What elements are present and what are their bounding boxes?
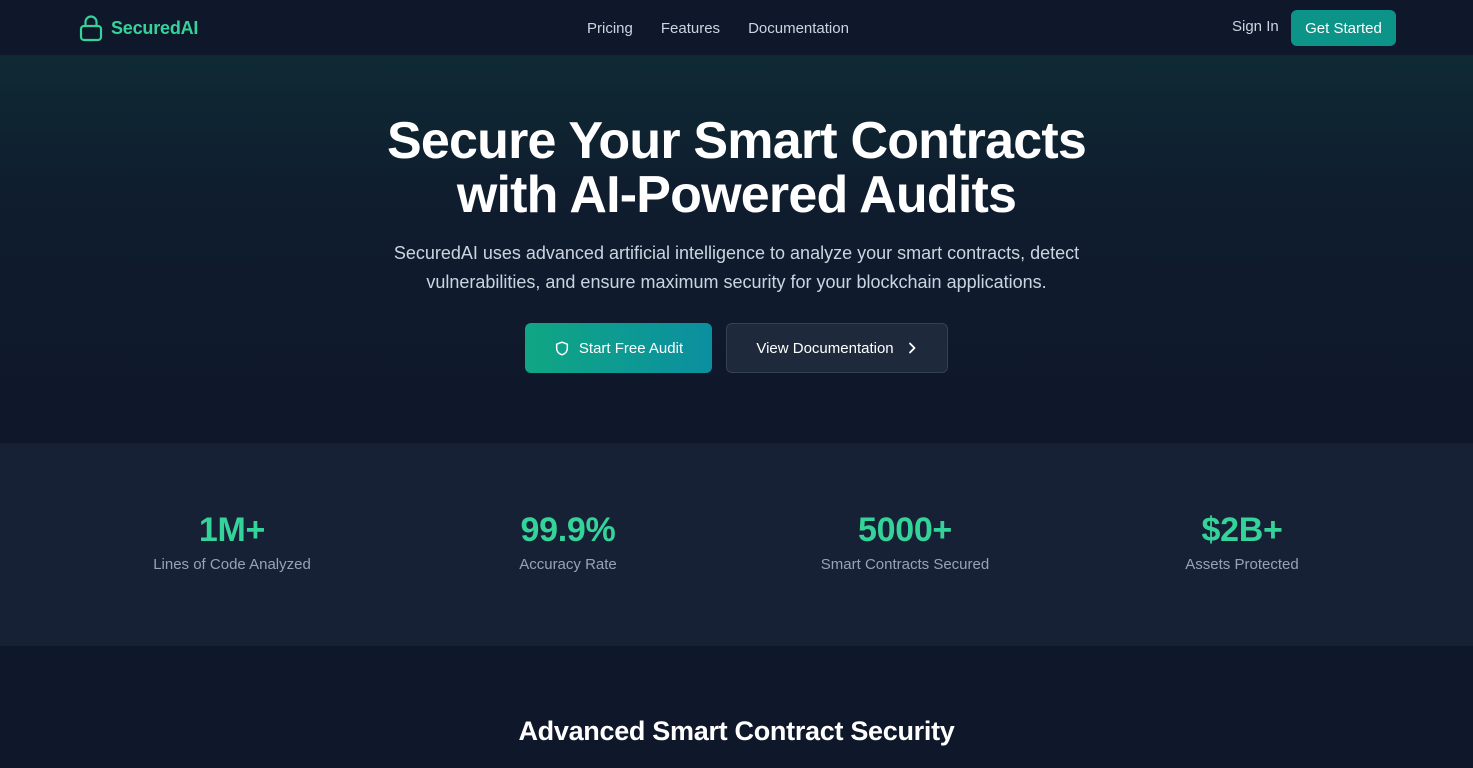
hero-section: Secure Your Smart Contracts with AI-Powe… xyxy=(0,56,1473,443)
brand-logo-link[interactable]: SecuredAI xyxy=(79,14,198,42)
view-documentation-button[interactable]: View Documentation xyxy=(726,323,948,373)
stat-item: 99.9% Accuracy Rate xyxy=(398,509,738,575)
hero-title-line: Secure Your Smart Contracts xyxy=(387,112,1087,170)
hero-title: Secure Your Smart Contracts with AI-Powe… xyxy=(0,114,1473,222)
stat-value: 1M+ xyxy=(198,511,266,549)
stats-section: 1M+ Lines of Code Analyzed 99.9% Accurac… xyxy=(0,443,1473,646)
sign-in-link[interactable]: Sign In xyxy=(1232,18,1279,35)
stat-value: 99.9% xyxy=(520,511,616,549)
hero-subtitle-line: vulnerabilities, and ensure maximum secu… xyxy=(426,272,1047,292)
stat-label: Accuracy Rate xyxy=(519,556,617,573)
stat-item: $2B+ Assets Protected xyxy=(1072,509,1412,575)
hero-subtitle-line: SecuredAI uses advanced artificial intel… xyxy=(393,243,1080,263)
nav-link-features[interactable]: Features xyxy=(661,20,720,37)
hero-subtitle: SecuredAI uses advanced artificial intel… xyxy=(0,239,1473,297)
stat-label: Smart Contracts Secured xyxy=(820,556,990,573)
start-free-audit-button[interactable]: Start Free Audit xyxy=(525,323,712,373)
landing-page: SecuredAI Pricing Features Documentation… xyxy=(0,0,1473,768)
main-nav: Pricing Features Documentation xyxy=(587,18,849,38)
stat-item: 1M+ Lines of Code Analyzed xyxy=(62,509,402,575)
get-started-button[interactable]: Get Started xyxy=(1291,10,1396,46)
stat-value: 5000+ xyxy=(858,511,952,549)
chevron-right-icon xyxy=(906,341,918,355)
hero-title-line: with AI-Powered Audits xyxy=(456,166,1017,224)
site-header: SecuredAI Pricing Features Documentation… xyxy=(0,0,1473,56)
stat-label: Lines of Code Analyzed xyxy=(153,556,311,573)
stat-label: Assets Protected xyxy=(1185,556,1299,573)
lock-icon xyxy=(79,14,103,42)
shield-icon xyxy=(554,340,570,357)
nav-link-pricing[interactable]: Pricing xyxy=(587,20,633,37)
features-section: Advanced Smart Contract Security xyxy=(0,646,1473,768)
nav-link-documentation[interactable]: Documentation xyxy=(748,20,849,37)
start-free-audit-label: Start Free Audit xyxy=(578,339,684,357)
stat-value: $2B+ xyxy=(1201,511,1283,549)
stat-item: 5000+ Smart Contracts Secured xyxy=(735,509,1075,575)
features-title: Advanced Smart Contract Security xyxy=(518,716,955,746)
brand-name: SecuredAI xyxy=(111,17,199,38)
view-documentation-label: View Documentation xyxy=(756,339,894,357)
